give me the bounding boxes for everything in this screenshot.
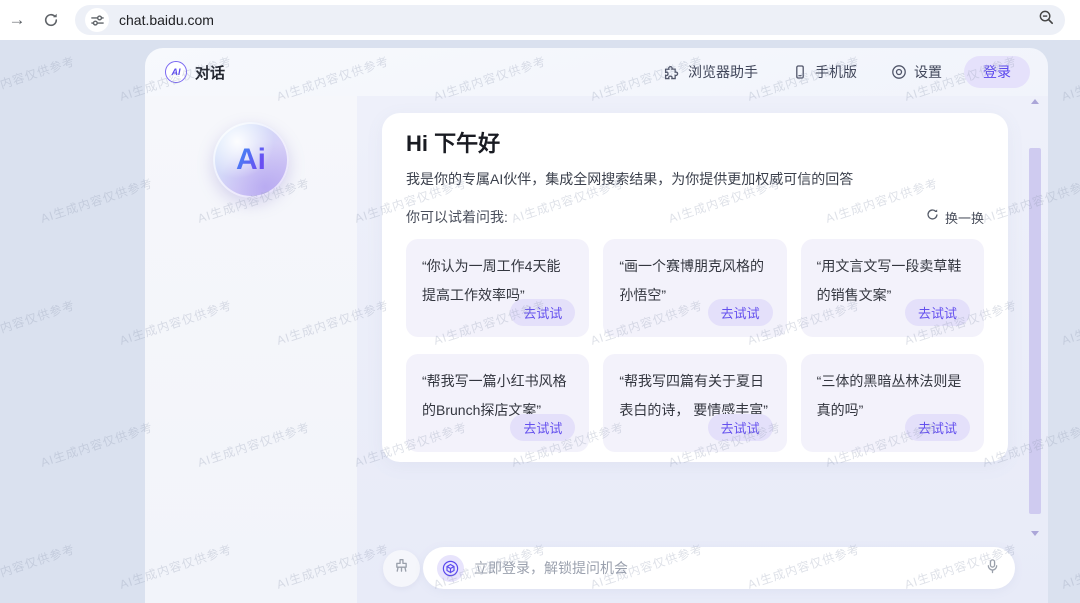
try-it-button[interactable]: 去试试 (905, 299, 970, 326)
nav-item-settings[interactable]: 设置 (891, 62, 942, 82)
try-it-button[interactable]: 去试试 (905, 414, 970, 441)
suggestion-card[interactable]: “画一个赛博朋克风格的孙悟空”去试试 (603, 239, 786, 337)
refresh-label: 换一换 (945, 208, 984, 227)
nav-item-label: 设置 (914, 62, 942, 82)
nav-item-puzzle[interactable]: 浏览器助手 (664, 62, 758, 82)
greeting-subtitle: 我是你的专属AI伙伴，集成全网搜索结果，为你提供更加权威可信的回答 (406, 169, 984, 189)
try-it-button[interactable]: 去试试 (708, 414, 773, 441)
try-it-button[interactable]: 去试试 (510, 299, 575, 326)
refresh-suggestions-button[interactable]: 换一换 (926, 208, 984, 227)
nav-item-phone[interactable]: 手机版 (792, 62, 857, 82)
microphone-icon (984, 558, 1001, 578)
nav-item-label: 浏览器助手 (688, 62, 758, 82)
message-input-container[interactable] (423, 547, 1015, 589)
nav-item-label: 手机版 (815, 62, 857, 82)
clear-chat-button[interactable] (383, 550, 420, 587)
url-text: chat.baidu.com (119, 12, 214, 28)
suggestion-card[interactable]: “三体的黑暗丛林法则是真的吗”去试试 (801, 354, 984, 452)
zoom-out-icon[interactable] (1038, 9, 1055, 31)
suggestion-cards: “你认为一周工作4天能提高工作效率吗”去试试“画一个赛博朋克风格的孙悟空”去试试… (406, 239, 984, 452)
app-header: AI 对话 浏览器助手 手机版 设置 登录 (145, 48, 1048, 96)
settings-icon (891, 64, 907, 80)
address-bar[interactable]: chat.baidu.com (75, 5, 1065, 35)
input-row (383, 547, 1015, 589)
chat-area: Hi 下午好 我是你的专属AI伙伴，集成全网搜索结果，为你提供更加权威可信的回答… (357, 96, 1048, 603)
prompt-label: 你可以试着问我: (406, 207, 508, 227)
page-title: 对话 (195, 62, 225, 83)
reload-icon[interactable] (34, 3, 68, 37)
screen: → chat.baidu.com (0, 0, 1080, 603)
sidebar: Ai (145, 96, 357, 603)
suggestion-card[interactable]: “帮我写一篇小红书风格的Brunch探店文案”去试试 (406, 354, 589, 452)
suggestion-card[interactable]: “用文言文写一段卖草鞋的销售文案”去试试 (801, 239, 984, 337)
message-input[interactable] (474, 560, 974, 576)
greeting-heading: Hi 下午好 (406, 129, 984, 159)
site-settings-icon[interactable] (85, 8, 109, 32)
browser-toolbar: → chat.baidu.com (0, 0, 1080, 40)
suggestion-card[interactable]: “你认为一周工作4天能提高工作效率吗”去试试 (406, 239, 589, 337)
phone-icon (792, 64, 808, 80)
prompt-row: 你可以试着问我: 换一换 (406, 207, 984, 227)
app-window: AI 对话 浏览器助手手机版设置 登录 Ai Hi 下午好 我是你的专属A (145, 48, 1048, 603)
try-it-button[interactable]: 去试试 (510, 414, 575, 441)
scrollbar-thumb[interactable] (1029, 148, 1041, 514)
broom-icon (392, 557, 411, 579)
scrollbar-down-arrow[interactable] (1031, 531, 1039, 536)
app-body: Ai Hi 下午好 我是你的专属AI伙伴，集成全网搜索结果，为你提供更加权威可信… (145, 96, 1048, 603)
ai-bubble-logo-icon: Ai (213, 122, 289, 198)
microphone-button[interactable] (984, 558, 1001, 578)
ai-logo-text: Ai (236, 145, 266, 175)
page-background: AI 对话 浏览器助手手机版设置 登录 Ai Hi 下午好 我是你的专属A (0, 40, 1080, 603)
forward-arrow-icon[interactable]: → (0, 3, 34, 37)
scrollbar (1029, 96, 1041, 540)
app-logo-icon: AI (165, 61, 187, 83)
scrollbar-up-arrow[interactable] (1031, 99, 1039, 104)
suggestion-card[interactable]: “帮我写四篇有关于夏日表白的诗， 要情感丰富”去试试 (603, 354, 786, 452)
try-it-button[interactable]: 去试试 (708, 299, 773, 326)
puzzle-icon (664, 64, 681, 81)
refresh-icon (926, 208, 939, 226)
header-nav: 浏览器助手 手机版 设置 (664, 62, 942, 82)
welcome-card: Hi 下午好 我是你的专属AI伙伴，集成全网搜索结果，为你提供更加权威可信的回答… (382, 113, 1008, 462)
login-button[interactable]: 登录 (964, 56, 1030, 88)
ai-cube-icon (437, 555, 464, 582)
